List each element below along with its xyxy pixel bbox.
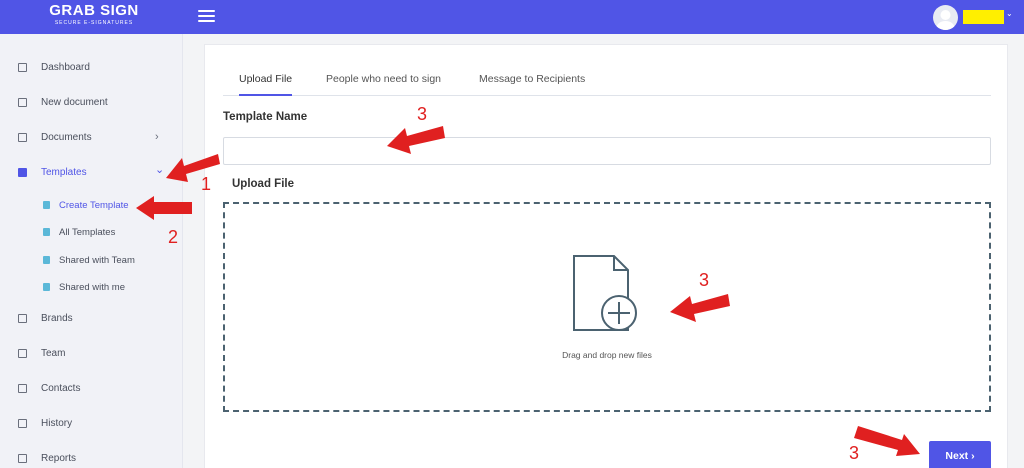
create-template-card: Upload File People who need to sign Mess… [204, 44, 1008, 468]
tab-bar: Upload File People who need to sign Mess… [223, 65, 991, 96]
hamburger-icon[interactable] [198, 10, 215, 23]
brands-icon [18, 313, 27, 323]
annotation-arrow-icon [136, 196, 192, 220]
sidebar: Dashboard New document Documents › Templ… [0, 34, 183, 468]
logo[interactable]: GRAB SIGN SECURE E-SIGNATURES [48, 3, 140, 27]
user-name-redacted[interactable] [963, 10, 1004, 24]
next-button[interactable]: Next › [929, 441, 991, 468]
reports-icon [18, 453, 27, 463]
annotation-number-2: 2 [168, 227, 179, 247]
template-file-icon [43, 283, 50, 291]
sidebar-item-label: Reports [41, 452, 77, 464]
sidebar-item-history[interactable]: History [0, 411, 183, 435]
templates-icon [18, 167, 27, 177]
annotation-arrow-icon [166, 154, 220, 182]
template-file-icon [43, 256, 50, 264]
annotation-arrow-icon [670, 294, 730, 322]
history-icon [18, 418, 27, 428]
sidebar-subitem-label: Shared with me [59, 281, 126, 293]
tab-people-who-need-to-sign[interactable]: People who need to sign [326, 65, 441, 96]
top-bar: GRAB SIGN SECURE E-SIGNATURES ⌄ [0, 0, 1024, 34]
annotation-arrow-icon [387, 126, 445, 154]
annotation-number-1: 1 [201, 174, 212, 194]
sidebar-item-templates[interactable]: Templates ⌄ [0, 160, 183, 184]
user-dropdown-caret-icon[interactable]: ⌄ [1006, 9, 1013, 18]
document-icon [18, 97, 27, 107]
user-avatar-icon[interactable] [933, 5, 958, 30]
chevron-down-icon: ⌄ [155, 164, 165, 176]
sidebar-item-new-document[interactable]: New document [0, 90, 183, 114]
dropzone-text: Drag and drop new files [562, 350, 652, 360]
tab-upload-file[interactable]: Upload File [239, 65, 293, 96]
file-dropzone[interactable]: Drag and drop new files [223, 202, 991, 412]
sidebar-subitem-label: Shared with Team [59, 254, 135, 266]
sidebar-item-label: Documents [41, 131, 92, 143]
upload-file-label: Upload File [232, 178, 294, 190]
documents-icon [18, 132, 27, 142]
sidebar-item-reports[interactable]: Reports [0, 446, 183, 468]
template-name-input[interactable] [223, 137, 991, 165]
sidebar-subitem-all-templates[interactable]: All Templates [0, 222, 183, 242]
logo-tagline: SECURE E-SIGNATURES [54, 20, 134, 26]
contacts-icon [18, 383, 27, 393]
sidebar-item-label: Team [41, 347, 66, 359]
sidebar-subitem-shared-with-team[interactable]: Shared with Team [0, 250, 183, 270]
sidebar-item-label: History [41, 417, 73, 429]
sidebar-item-label: Contacts [41, 382, 81, 394]
sidebar-item-brands[interactable]: Brands [0, 306, 183, 330]
template-file-icon [43, 228, 50, 236]
sidebar-item-label: Templates [41, 166, 87, 178]
logo-title: GRAB SIGN [49, 2, 139, 19]
sidebar-item-documents[interactable]: Documents › [0, 125, 183, 149]
file-add-icon [573, 255, 637, 331]
sidebar-item-label: Brands [41, 312, 73, 324]
template-file-icon [43, 201, 50, 209]
annotation-arrow-icon [854, 426, 920, 456]
sidebar-item-label: New document [41, 96, 108, 108]
sidebar-item-contacts[interactable]: Contacts [0, 376, 183, 400]
annotation-number-3-name: 3 [417, 104, 428, 124]
dashboard-icon [18, 62, 27, 72]
tab-message-to-recipients[interactable]: Message to Recipients [479, 65, 585, 96]
sidebar-subitem-label: All Templates [59, 226, 116, 238]
chevron-right-icon: › [155, 131, 159, 143]
sidebar-item-team[interactable]: Team [0, 341, 183, 365]
template-name-label: Template Name [223, 111, 308, 123]
sidebar-item-dashboard[interactable]: Dashboard [0, 55, 183, 79]
sidebar-subitem-label: Create Template [59, 199, 129, 211]
sidebar-subitem-shared-with-me[interactable]: Shared with me [0, 277, 183, 297]
annotation-number-3-upload: 3 [699, 270, 710, 290]
team-icon [18, 348, 27, 358]
sidebar-item-label: Dashboard [41, 61, 90, 73]
annotation-number-3-next: 3 [849, 443, 860, 463]
